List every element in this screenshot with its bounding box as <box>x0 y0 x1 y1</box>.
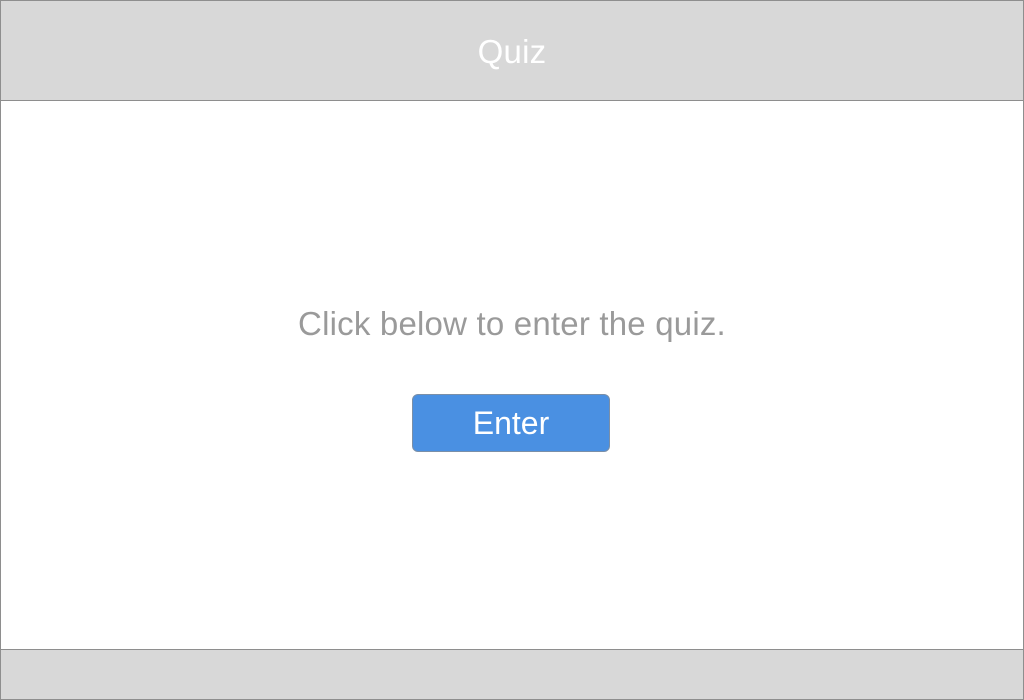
top-bar: Quiz <box>1 1 1023 101</box>
bottom-bar <box>1 649 1023 699</box>
page-title: Quiz <box>477 32 547 70</box>
enter-button[interactable]: Enter <box>412 394 610 452</box>
app-window: Quiz Click below to enter the quiz. Ente… <box>0 0 1024 700</box>
enter-instructions: Click below to enter the quiz. <box>298 305 726 342</box>
main-content: Click below to enter the quiz. Enter <box>1 101 1023 649</box>
